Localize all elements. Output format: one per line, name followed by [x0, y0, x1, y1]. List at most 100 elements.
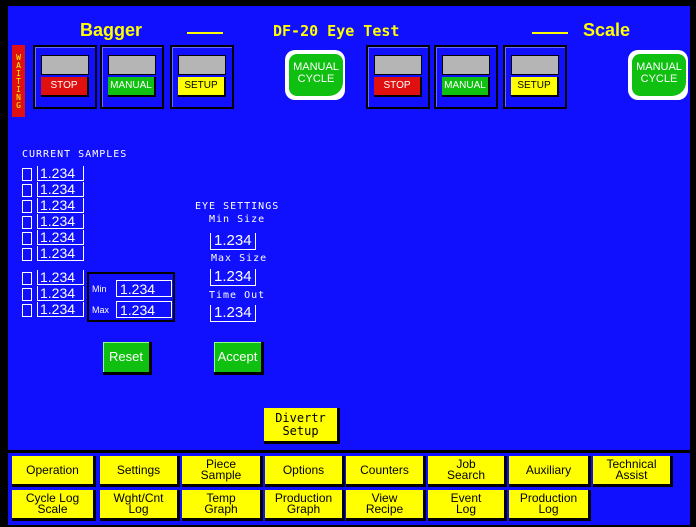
nav-label: Graph: [204, 502, 238, 516]
nav-label: Options: [282, 462, 325, 477]
timeout-label: Time Out: [209, 290, 266, 301]
sample-checkbox[interactable]: [22, 200, 32, 213]
timeout-field[interactable]: 1.234: [210, 305, 256, 322]
sample-value: 1.234: [37, 302, 84, 317]
sample-checkbox[interactable]: [22, 272, 32, 285]
min-size-label: Min Size: [209, 214, 266, 225]
screen-title: DF-20 Eye Test: [273, 22, 400, 40]
sample-value: 1.234: [37, 286, 84, 301]
max-size-field[interactable]: 1.234: [210, 269, 256, 286]
nav-label: Log: [455, 502, 477, 516]
sample-checkbox[interactable]: [22, 232, 32, 245]
nav-cycle-log-scale[interactable]: Cycle Log Scale: [12, 490, 96, 521]
nav-event-log[interactable]: Event Log: [428, 490, 507, 521]
sample-value: 1.234: [37, 214, 84, 229]
nav-auxiliary[interactable]: Auxiliary: [509, 456, 591, 487]
bagger-manual-button[interactable]: MANUAL: [108, 77, 156, 97]
frame-left: [0, 0, 8, 527]
sample-value: 1.234: [37, 198, 84, 213]
scale-cycle-line1: MANUAL: [636, 61, 682, 73]
eye-settings-title: EYE SETTINGS: [195, 201, 280, 212]
nav-label: Log: [538, 502, 559, 516]
nav-options[interactable]: Options: [265, 456, 345, 487]
bagger-setup-indicator: [178, 55, 226, 75]
sample-checkbox[interactable]: [22, 168, 32, 181]
bagger-stop-indicator: [41, 55, 89, 75]
sample-value: 1.234: [37, 230, 84, 245]
sample-checkbox[interactable]: [22, 304, 32, 317]
sample-value: 1.234: [37, 270, 84, 285]
bagger-manual-cycle-face: MANUAL CYCLE: [289, 54, 343, 96]
nav-label: Sample: [200, 468, 242, 482]
waiting-status-badge: WAITING: [12, 45, 25, 117]
scale-manual-button[interactable]: MANUAL: [442, 77, 490, 97]
bagger-manual-indicator: [108, 55, 156, 75]
nav-label: Assist: [615, 468, 648, 482]
frame-top: [0, 0, 696, 6]
nav-settings[interactable]: Settings: [100, 456, 180, 487]
scale-setup-button[interactable]: SETUP: [511, 77, 559, 97]
accept-button[interactable]: Accept: [214, 342, 264, 375]
nav-counters[interactable]: Counters: [346, 456, 426, 487]
bagger-setup-button[interactable]: SETUP: [178, 77, 226, 97]
nav-job-search[interactable]: Job Search: [428, 456, 507, 487]
nav-technical-assist[interactable]: Technical Assist: [593, 456, 673, 487]
divert-setup-button[interactable]: Divertr Setup: [264, 408, 340, 444]
sample-min-max-panel: Min 1.234 Max 1.234: [87, 272, 175, 322]
nav-view-recipe[interactable]: View Recipe: [346, 490, 426, 521]
min-size-field[interactable]: 1.234: [210, 233, 256, 250]
nav-label: Log: [128, 502, 149, 516]
bagger-manual-cycle-button[interactable]: MANUAL CYCLE: [285, 50, 345, 100]
nav-wght-cnt-log[interactable]: Wght/Cnt Log: [100, 490, 180, 521]
sample-value: 1.234: [37, 246, 84, 261]
scale-manual-panel: MANUAL: [434, 45, 498, 109]
nav-label: Recipe: [365, 502, 404, 516]
sample-value: 1.234: [37, 182, 84, 197]
hmi-screen: Bagger DF-20 Eye Test Scale WAITING STOP…: [0, 0, 696, 527]
scale-setup-indicator: [511, 55, 559, 75]
scale-manual-cycle-button[interactable]: MANUAL CYCLE: [628, 50, 688, 100]
sample-checkbox[interactable]: [22, 288, 32, 301]
bagger-cycle-line1: MANUAL: [293, 61, 339, 73]
current-samples-label: CURRENT SAMPLES: [22, 149, 128, 160]
nav-temp-graph[interactable]: Temp Graph: [182, 490, 263, 521]
nav-production-log[interactable]: Production Log: [509, 490, 591, 521]
bagger-cycle-line2: CYCLE: [297, 73, 335, 85]
header-divider-right: [532, 32, 568, 34]
scale-stop-button[interactable]: STOP: [374, 77, 422, 97]
nav-production-graph[interactable]: Production Graph: [265, 490, 345, 521]
sample-min-value: 1.234: [116, 280, 172, 297]
nav-label: Counters: [360, 462, 409, 477]
header-divider-left: [187, 32, 223, 34]
scale-stop-indicator: [374, 55, 422, 75]
scale-manual-indicator: [442, 55, 490, 75]
sample-max-label: Max: [92, 305, 110, 315]
divert-line2: Setup: [282, 424, 319, 438]
nav-label: Scale: [37, 502, 68, 516]
waiting-status-text: WAITING: [14, 53, 23, 109]
max-size-label: Max Size: [211, 253, 268, 264]
bagger-stop-panel: STOP: [33, 45, 97, 109]
nav-operation[interactable]: Operation: [12, 456, 96, 487]
scale-setup-panel: SETUP: [503, 45, 567, 109]
bagger-stop-button[interactable]: STOP: [41, 77, 89, 97]
bagger-manual-panel: MANUAL: [100, 45, 164, 109]
sample-max-value: 1.234: [116, 301, 172, 318]
nav-label: Graph: [286, 502, 321, 516]
nav-label: Search: [446, 468, 486, 482]
scale-manual-cycle-face: MANUAL CYCLE: [632, 54, 686, 96]
bagger-title: Bagger: [80, 20, 143, 40]
sample-checkbox[interactable]: [22, 184, 32, 197]
sample-min-label: Min: [92, 284, 107, 294]
nav-label: Settings: [116, 462, 161, 477]
sample-checkbox[interactable]: [22, 216, 32, 229]
sample-checkbox[interactable]: [22, 248, 32, 261]
nav-label: Auxiliary: [525, 462, 572, 477]
sample-value: 1.234: [37, 166, 84, 181]
scale-cycle-line2: CYCLE: [640, 73, 678, 85]
reset-button[interactable]: Reset: [103, 342, 152, 375]
nav-piece-sample[interactable]: Piece Sample: [182, 456, 263, 487]
bottom-navigation: Operation Settings Piece Sample Options C…: [8, 450, 690, 525]
frame-right: [690, 0, 696, 527]
bagger-setup-panel: SETUP: [170, 45, 234, 109]
